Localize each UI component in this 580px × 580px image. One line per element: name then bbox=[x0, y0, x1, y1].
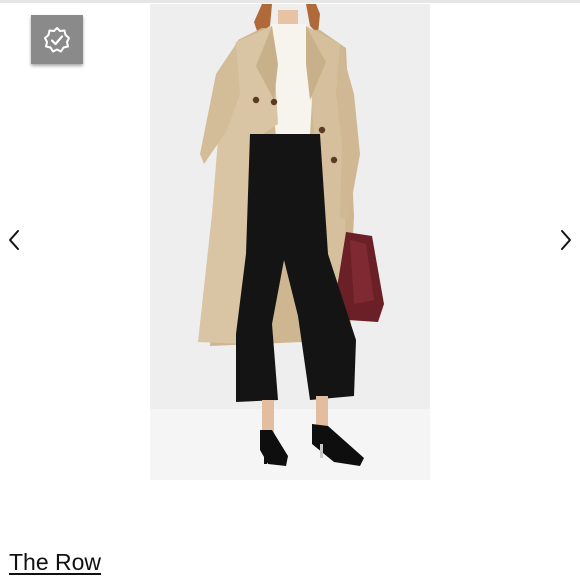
product-photo[interactable] bbox=[150, 4, 430, 480]
chevron-right-icon bbox=[561, 230, 571, 250]
listing-page: The Row bbox=[0, 0, 580, 580]
brand-link[interactable]: The Row bbox=[9, 548, 101, 576]
top-divider bbox=[0, 0, 580, 3]
chevron-left-icon bbox=[9, 230, 19, 250]
model-illustration bbox=[150, 4, 430, 480]
verified-badge bbox=[31, 15, 83, 64]
carousel-prev-button[interactable] bbox=[3, 226, 25, 254]
carousel-next-button[interactable] bbox=[555, 226, 577, 254]
verified-check-icon bbox=[44, 26, 70, 52]
